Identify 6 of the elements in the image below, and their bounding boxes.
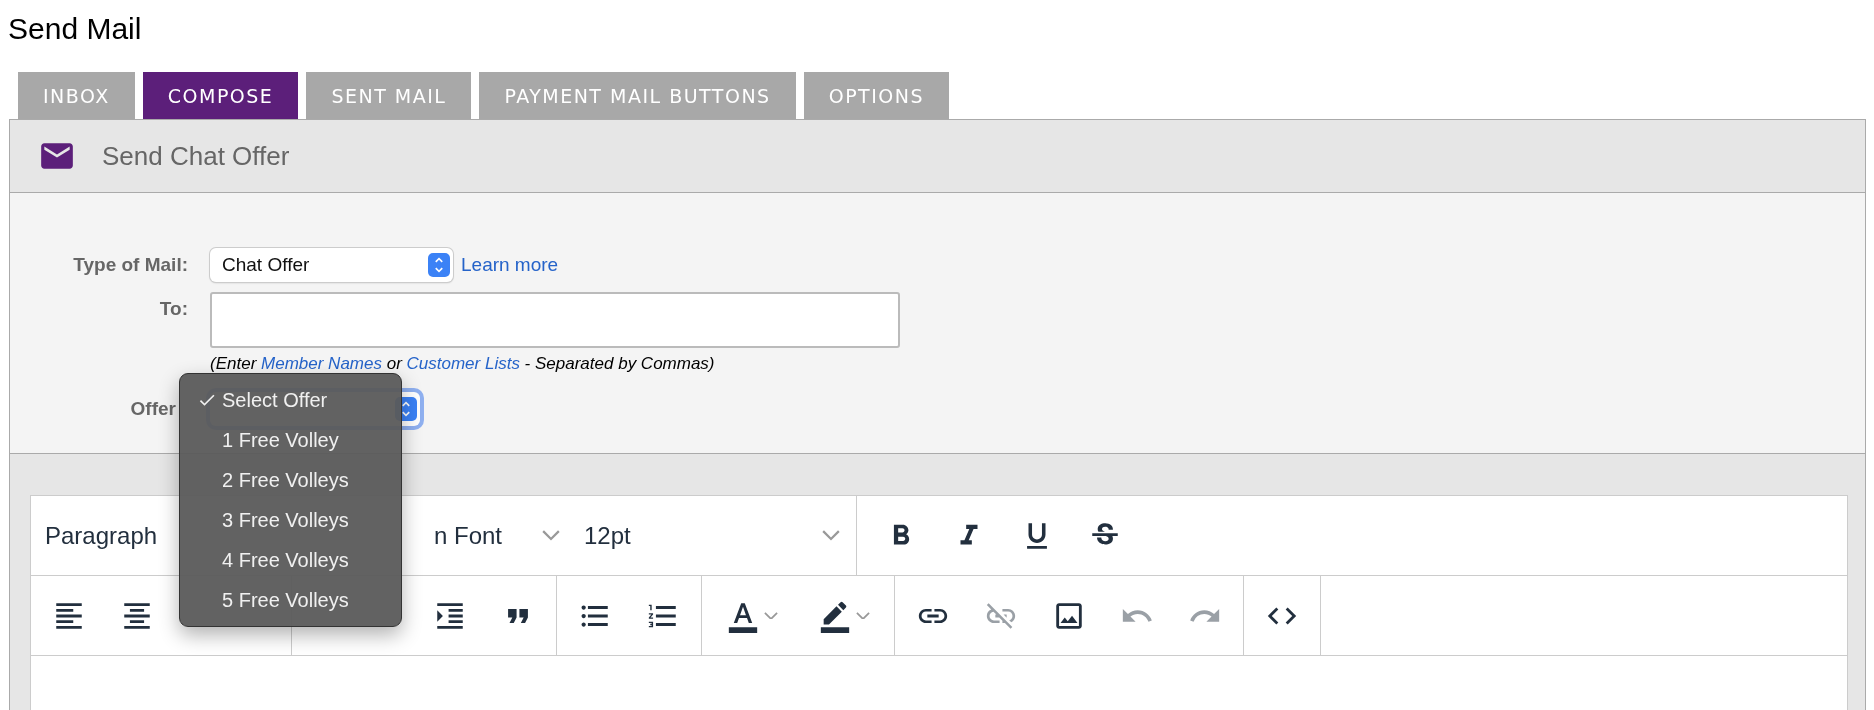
field-label: To: — [159, 297, 188, 321]
panel-title: Send Chat Offer — [102, 140, 290, 172]
field-label: Offer — [130, 397, 177, 421]
recipients-hint: (Enter Member Names or Customer Lists - Separated by Commas) — [210, 354, 716, 374]
field-label: Type of Mail: — [73, 253, 188, 277]
page-title: Send Mail — [7, 11, 143, 47]
